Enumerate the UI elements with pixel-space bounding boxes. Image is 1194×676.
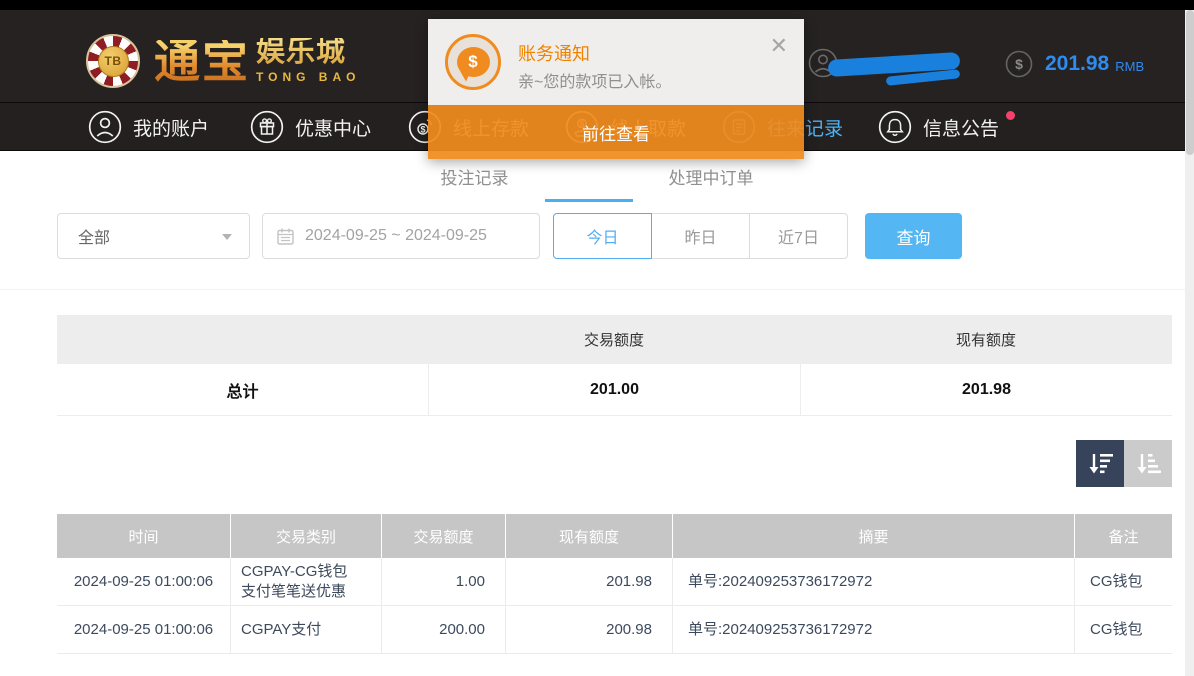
- close-icon[interactable]: ✕: [770, 35, 788, 57]
- sort-ascending-button[interactable]: [1124, 440, 1172, 487]
- go-view-button[interactable]: 前往查看: [428, 105, 804, 159]
- summary-header-empty: [57, 315, 428, 364]
- logo-title-main: 通宝: [154, 40, 250, 84]
- summary-total-label: 总计: [57, 364, 428, 415]
- username-area[interactable]: [808, 48, 978, 88]
- cell-note: CG钱包: [1074, 558, 1172, 605]
- cell-type: CGPAY-CG钱包支付笔笔送优惠: [230, 558, 381, 605]
- gift-icon: [250, 110, 284, 144]
- cell-type-text: CGPAY支付: [241, 620, 321, 640]
- notification-popup: $ 账务通知 亲~您的款项已入帐。 ✕ 前往查看: [428, 19, 804, 159]
- summary-table: 交易额度 现有额度 总计 201.00 201.98: [57, 315, 1172, 416]
- table-row[interactable]: 2024-09-25 01:00:06 CGPAY-CG钱包支付笔笔送优惠 1.…: [57, 558, 1172, 606]
- casino-chip-icon: TB: [86, 34, 140, 88]
- logo-text: 通宝 娱乐城 TONG BAO: [154, 38, 360, 84]
- cell-type: CGPAY支付: [230, 606, 381, 653]
- cell-type-text: CGPAY-CG钱包支付笔笔送优惠: [241, 562, 351, 602]
- bubble-tail: [458, 71, 470, 82]
- money-message-icon: $: [445, 34, 501, 90]
- col-header-time: 时间: [57, 514, 230, 558]
- cell-amount: 1.00: [381, 558, 505, 605]
- date-range-input[interactable]: 2024-09-25 ~ 2024-09-25: [262, 213, 540, 259]
- last7days-button[interactable]: 近7日: [749, 213, 848, 259]
- balance-amount: 201.98: [1045, 52, 1109, 76]
- table-row[interactable]: 2024-09-25 01:00:06 CGPAY支付 200.00 200.9…: [57, 606, 1172, 654]
- dollar-glyph: $: [468, 52, 477, 72]
- sort-ascending-icon: [1134, 452, 1162, 476]
- notification-title: 账务通知: [518, 40, 590, 66]
- col-header-amount: 交易额度: [381, 514, 505, 558]
- nav-item-promotions[interactable]: 优惠中心: [250, 103, 371, 151]
- summary-header-balance: 现有额度: [800, 315, 1172, 364]
- transactions-table: 时间 交易类别 交易额度 现有额度 摘要 备注 2024-09-25 01:00…: [57, 514, 1172, 654]
- summary-header-transaction: 交易额度: [428, 315, 800, 364]
- sort-descending-icon: [1086, 452, 1114, 476]
- top-strip: [0, 0, 1194, 10]
- balance-area[interactable]: $ 201.98 RMB: [1005, 50, 1144, 78]
- bell-icon: [878, 110, 912, 144]
- summary-total-balance: 201.98: [800, 364, 1172, 415]
- svg-text:$: $: [1015, 56, 1023, 72]
- type-select[interactable]: 全部: [57, 213, 250, 259]
- cell-time: 2024-09-25 01:00:06: [57, 558, 230, 605]
- col-header-summary: 摘要: [672, 514, 1074, 558]
- nav-label: 信息公告: [923, 114, 999, 141]
- col-header-note: 备注: [1074, 514, 1172, 558]
- chevron-down-icon: [222, 234, 232, 240]
- balance-currency: RMB: [1115, 59, 1144, 74]
- today-button[interactable]: 今日: [553, 213, 652, 259]
- scrollbar-track[interactable]: [1185, 10, 1194, 676]
- col-header-type: 交易类别: [230, 514, 381, 558]
- site-logo[interactable]: TB 通宝 娱乐城 TONG BAO: [86, 34, 360, 88]
- nav-label: 我的账户: [133, 114, 209, 141]
- cell-summary: 单号:202409253736172972: [672, 606, 1074, 653]
- sort-descending-button[interactable]: [1076, 440, 1124, 487]
- notification-message: 亲~您的款项已入帐。: [518, 68, 671, 92]
- col-header-balance: 现有额度: [505, 514, 672, 558]
- scrollbar-thumb[interactable]: [1186, 10, 1194, 155]
- account-icon: [88, 110, 122, 144]
- yesterday-button[interactable]: 昨日: [651, 213, 750, 259]
- cell-note: CG钱包: [1074, 606, 1172, 653]
- logo-title-sub: 娱乐城: [256, 38, 360, 67]
- calendar-icon: [276, 227, 295, 246]
- notification-dot: [1006, 111, 1015, 120]
- cell-time: 2024-09-25 01:00:06: [57, 606, 230, 653]
- nav-item-my-account[interactable]: 我的账户: [88, 103, 209, 151]
- summary-total-row: 总计 201.00 201.98: [57, 364, 1172, 416]
- nav-item-announcements[interactable]: 信息公告: [878, 103, 999, 151]
- dollar-coin-icon: $: [1005, 50, 1033, 78]
- sort-controls: [1076, 440, 1172, 487]
- quick-date-group: 今日 昨日 近7日: [553, 213, 848, 259]
- cell-balance: 200.98: [505, 606, 672, 653]
- table-header-row: 时间 交易类别 交易额度 现有额度 摘要 备注: [57, 514, 1172, 558]
- logo-subtitle: TONG BAO: [256, 70, 360, 84]
- section-divider: [0, 289, 1194, 290]
- svg-text:$: $: [420, 125, 425, 135]
- date-range-value: 2024-09-25 ~ 2024-09-25: [305, 227, 487, 245]
- nav-label: 优惠中心: [295, 114, 371, 141]
- summary-total-transaction: 201.00: [428, 364, 800, 415]
- chip-tb-label: TB: [98, 46, 129, 77]
- summary-header-row: 交易额度 现有额度: [57, 315, 1172, 364]
- notification-body: $ 账务通知 亲~您的款项已入帐。 ✕: [428, 19, 804, 105]
- query-button[interactable]: 查询: [865, 213, 962, 259]
- cell-summary: 单号:202409253736172972: [672, 558, 1074, 605]
- dollar-bubble-icon: $: [457, 47, 490, 77]
- cell-amount: 200.00: [381, 606, 505, 653]
- cell-balance: 201.98: [505, 558, 672, 605]
- page: TB 通宝 娱乐城 TONG BAO $: [0, 0, 1194, 676]
- type-select-value: 全部: [78, 224, 110, 248]
